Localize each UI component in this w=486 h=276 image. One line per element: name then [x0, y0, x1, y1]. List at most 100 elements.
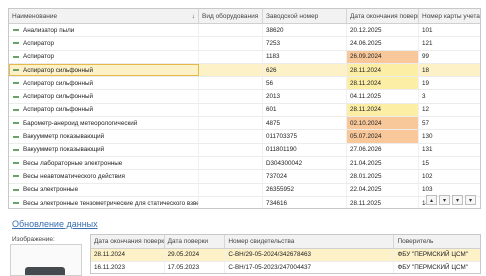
cell-name: Аспиратор сильфонный	[9, 90, 199, 103]
cell-type	[199, 103, 263, 117]
cell-type	[199, 170, 263, 183]
cell-serial: 734616	[263, 196, 347, 208]
history-cell-due-date: 16.11.2023	[91, 261, 165, 273]
row-marker-icon	[13, 122, 19, 125]
cell-type	[199, 50, 263, 63]
cell-name-text: Аспиратор сильфонный	[23, 93, 94, 101]
table-navigation: ▴ ▾ ▾ ▾	[426, 195, 476, 205]
table-row[interactable]: Аспиратор 7253 24.06.2025 121	[9, 37, 480, 51]
cell-card-number: 131	[422, 146, 433, 154]
history-row[interactable]: 28.11.2024 29.05.2024 С-ВН/29-05-2024/3426…	[91, 249, 480, 262]
table-row[interactable]: Аспиратор сильфонный 2013 04.11.2025 3	[9, 90, 480, 104]
cell-name: Анализатор пыли	[9, 24, 199, 37]
cell-due-date: 04.11.2025	[347, 90, 419, 103]
table-row[interactable]: Анализатор пыли 38620 20.12.2025 101	[9, 24, 480, 38]
table-row[interactable]: Вакуумметр показывающий 011801190 27.06.20…	[9, 143, 480, 157]
column-header-serial[interactable]: Заводской номер	[263, 9, 347, 23]
row-marker-icon	[13, 175, 19, 178]
sort-desc-icon: ↓	[191, 12, 195, 20]
cell-card-number: 101	[422, 26, 433, 34]
history-cell-verifier: ФБУ "ПЕРМСКИЙ ЦСМ"	[397, 251, 468, 259]
scroll-down-button[interactable]: ▾	[439, 195, 450, 205]
table-row[interactable]: Весы электронные 26355952 22.04.2025 103	[9, 183, 480, 197]
cell-name: Аспиратор	[9, 37, 199, 50]
cell-due-date: 26.09.2024	[347, 50, 419, 63]
table-row[interactable]: Вакуумметр показывающий 011703375 05.07.20…	[9, 130, 480, 144]
row-marker-icon	[13, 162, 19, 165]
cell-name: Весы электронные тензометрические для ст…	[9, 196, 199, 208]
cell-due-date: 24.06.2025	[347, 37, 419, 50]
row-marker-icon	[13, 29, 19, 32]
update-data-link[interactable]: Обновление данных	[12, 219, 98, 229]
cell-type	[199, 183, 263, 196]
cell-card-number: 3	[422, 93, 426, 101]
cell-name-text: Весы неавтоматического действия	[23, 172, 125, 180]
cell-name-text: Весы электронные	[23, 186, 79, 194]
cell-card-number: 12	[422, 106, 430, 114]
history-column-verification-date[interactable]: Дата поверки	[165, 235, 226, 248]
cell-due-date: 21.04.2025	[347, 156, 419, 170]
go-end-button[interactable]: ▾	[465, 195, 476, 205]
table-row[interactable]: Весы электронные тензометрические для ст…	[9, 196, 480, 208]
cell-serial: 7253	[263, 37, 347, 50]
equipment-table: Наименование ↓ Вид оборудования Заводско…	[8, 8, 481, 209]
column-header-due-date[interactable]: Дата окончания поверки	[347, 9, 419, 23]
history-cell-verifier: ФБУ "ПЕРМСКИЙ ЦСМ"	[397, 263, 468, 271]
table-row[interactable]: Аспиратор сильфонный 601 28.11.2024 12	[9, 103, 480, 118]
cell-card-number: 19	[422, 79, 430, 87]
table-row[interactable]: Аспиратор сильфонный 626 28.11.2024 18	[9, 63, 480, 78]
history-column-verifier[interactable]: Поверитель	[394, 235, 480, 248]
history-body: 28.11.2024 29.05.2024 С-ВН/29-05-2024/3426…	[91, 249, 480, 273]
cell-name: Весы электронные	[9, 183, 199, 196]
cell-serial: 011703375	[263, 130, 347, 143]
verification-history-table: Дата окончания поверки Дата поверки Номе…	[90, 234, 481, 274]
cell-type	[199, 77, 263, 90]
table-row[interactable]: Аспиратор 1183 26.09.2024 99	[9, 50, 480, 64]
cell-due-date: 28.11.2024	[347, 63, 419, 77]
cell-serial: 26355952	[263, 183, 347, 196]
cell-serial: 601	[263, 103, 347, 117]
cell-serial: 38620	[263, 24, 347, 37]
cell-card-number: 57	[422, 119, 430, 127]
cell-due-date: 28.01.2025	[347, 170, 419, 183]
page-down-button[interactable]: ▾	[452, 195, 463, 205]
row-marker-icon	[13, 108, 19, 111]
cell-due-date: 27.06.2026	[347, 143, 419, 156]
cell-serial: D304300042	[263, 156, 347, 170]
column-header-name[interactable]: Наименование ↓	[9, 9, 199, 23]
cell-card-number: 102	[422, 172, 433, 180]
history-column-certificate[interactable]: Номер свидетельства	[225, 235, 395, 248]
row-marker-icon	[13, 202, 19, 204]
row-marker-icon	[13, 188, 19, 191]
table-row[interactable]: Барометр-анероид метеорологический 4875 02…	[9, 117, 480, 131]
equipment-image	[10, 244, 82, 276]
column-header-type[interactable]: Вид оборудования	[199, 9, 263, 23]
cell-serial: 1183	[263, 50, 347, 63]
history-row[interactable]: 16.11.2023 17.05.2023 С-ВН/17-05-2023/2470…	[91, 261, 480, 273]
history-column-due-date[interactable]: Дата окончания поверки	[91, 235, 165, 248]
cell-type	[199, 37, 263, 50]
scroll-up-button[interactable]: ▴	[426, 195, 437, 205]
cell-name-text: Весы электронные тензометрические для ст…	[23, 199, 199, 207]
cell-name-text: Аспиратор сильфонный	[23, 106, 94, 114]
table-row[interactable]: Весы неавтоматического действия 737024 28.…	[9, 170, 480, 184]
cell-type	[199, 196, 263, 208]
history-cell-verification-date: 29.05.2024	[165, 249, 226, 261]
column-header-card-number[interactable]: Номер карты учета	[419, 9, 480, 23]
cell-due-date: 20.12.2025	[347, 24, 419, 37]
row-marker-icon	[13, 42, 19, 45]
history-cell-certificate: С-ВН/29-05-2024/342678463	[225, 249, 395, 261]
history-cell-due-date: 28.11.2024	[91, 249, 165, 261]
table-row[interactable]: Весы лабораторные электронные D304300042 2…	[9, 156, 480, 171]
cell-serial: 56	[263, 77, 347, 90]
cell-name: Аспиратор	[9, 50, 199, 63]
table-row[interactable]: Аспиратор сильфонный 56 28.11.2024 19	[9, 77, 480, 91]
cell-name-text: Аспиратор сильфонный	[23, 79, 94, 87]
cell-type	[199, 63, 263, 77]
cell-due-date: 28.11.2025	[347, 196, 419, 208]
cell-card-number: 130	[422, 133, 433, 141]
cell-name: Аспиратор сильфонный	[9, 103, 199, 117]
row-marker-icon	[13, 135, 19, 138]
cell-name-text: Вакуумметр показывающий	[23, 133, 105, 141]
cell-due-date: 28.11.2024	[347, 77, 419, 90]
